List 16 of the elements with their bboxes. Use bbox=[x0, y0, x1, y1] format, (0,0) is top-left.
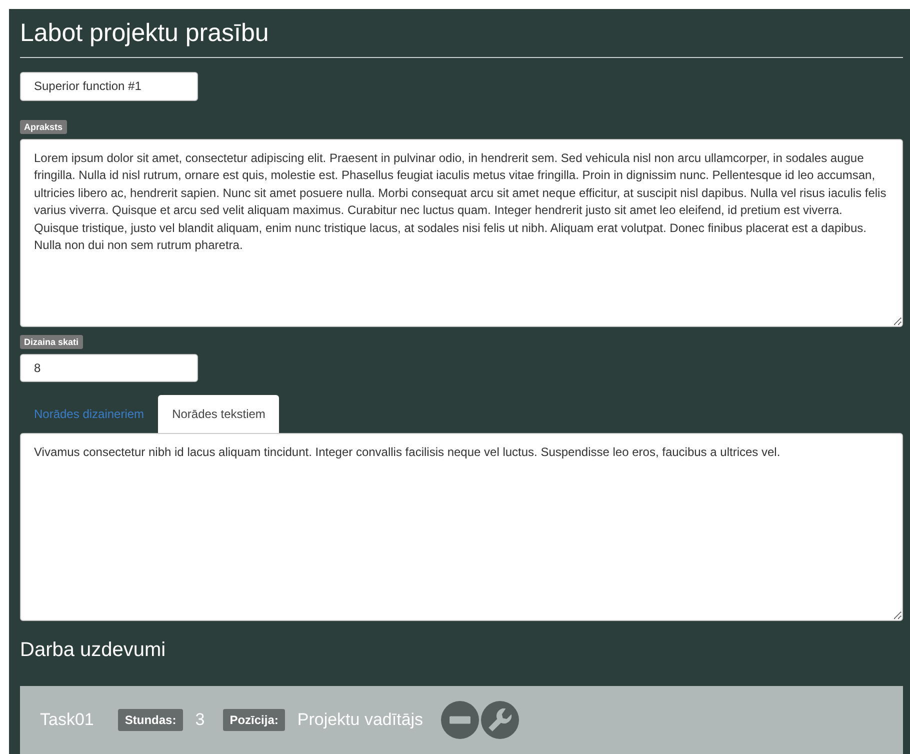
hours-label: Stundas: bbox=[118, 709, 184, 731]
name-field[interactable]: Superior function #1 bbox=[20, 72, 198, 101]
design-views-field[interactable]: 8 bbox=[20, 354, 198, 382]
wrench-icon[interactable] bbox=[481, 701, 520, 739]
position-label: Pozīcija: bbox=[222, 709, 286, 731]
field-label: Dizaina skati bbox=[20, 334, 83, 348]
field-label: Apraksts bbox=[20, 120, 67, 134]
task-name: Task01 bbox=[40, 710, 94, 730]
tab[interactable]: Norādes tekstiem bbox=[158, 395, 280, 434]
position-value: Projektu vadītājs bbox=[297, 710, 424, 730]
remove-icon[interactable] bbox=[441, 701, 480, 739]
hours-value: 3 bbox=[195, 710, 205, 730]
description-field[interactable]: Lorem ipsum dolor sit amet, consectetur adipiscing elit. Praesent in pulvinar odio, in hendrerit sem. Sed vehicula nisl non arcu ullamcorper, in sodales augue fringilla. Nulla id nisl rutrum, ornare est quis, molestie est. Phasellus feugiat iaculis metus vitae fringilla. Proin in dignissim nunc. Pellentesque id leo accumsan, ultricies libero ac, hendrerit sapien. Nunc sit amet posuere nulla. Morbi consequat arcu sit amet neque efficitur, at suscipit nisl dapibus. Nulla vel risus iaculis felis varius viverra. Quisque et arcu sed velit aliquam maximus. Curabitur nec luctus quam. Integer hendrerit justo sit amet leo eleifend, id pretium est viverra. Quisque tristique, justo vel blandit aliquam, enim nunc tristique lacus, at sodales nisi felis ut nibh. Aliquam erat volutpat. Donec finibus placerat est a dapibus. Nulla non dui non sem rutrum pharetra. bbox=[20, 138, 903, 326]
page-title: Labot projektu prasību bbox=[20, 19, 269, 48]
notes-field[interactable]: Vivamus consectetur nibh id lacus aliquam tincidunt. Integer convallis facilisis neque vel luctus. Suspendisse leo eros, faucibus a ultrices vel. bbox=[20, 433, 903, 621]
section-heading: Darba uzdevumi bbox=[20, 639, 166, 662]
